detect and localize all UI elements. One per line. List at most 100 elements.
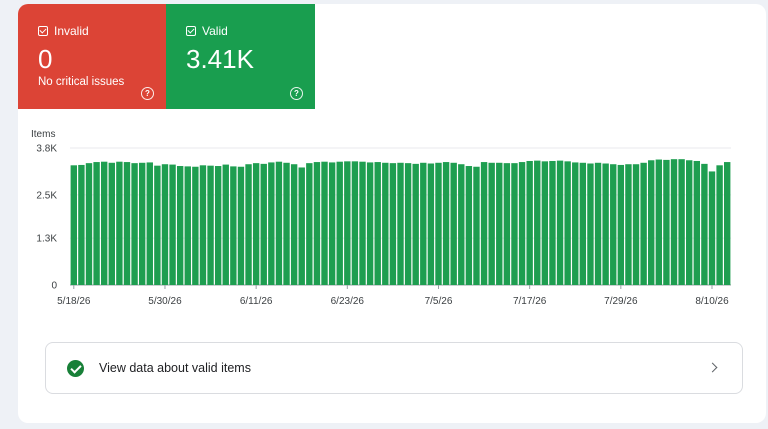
chart-bar[interactable] [176, 166, 184, 285]
view-valid-items-label: View data about valid items [99, 361, 251, 375]
chart-bar[interactable] [85, 163, 93, 285]
chart-bar[interactable] [154, 165, 161, 285]
chart-bar[interactable] [572, 162, 579, 285]
chart-bar[interactable] [374, 162, 381, 285]
chart-bar[interactable] [207, 165, 214, 285]
chart-bar[interactable] [716, 165, 723, 285]
chart-bar[interactable] [473, 166, 480, 285]
chart-bar[interactable] [526, 160, 533, 285]
chart-bar[interactable] [587, 163, 594, 285]
chart-bar[interactable] [670, 159, 678, 285]
chart-bar[interactable] [382, 162, 389, 285]
chart-bar[interactable] [389, 163, 397, 285]
chart-bar[interactable] [199, 165, 207, 285]
chart-bar[interactable] [625, 164, 632, 285]
chart-bar[interactable] [686, 160, 693, 285]
chart-bar[interactable] [123, 162, 131, 285]
chart-bar[interactable] [245, 164, 252, 285]
y-tick-label: 3.8K [36, 144, 57, 155]
chart-bar[interactable] [678, 159, 685, 285]
chart-bar[interactable] [100, 161, 108, 285]
chart-bar[interactable] [397, 162, 404, 285]
y-axis-label: Items [31, 129, 55, 140]
chart-bar[interactable] [138, 162, 146, 285]
chart-bar[interactable] [610, 164, 617, 285]
chart-bar[interactable] [161, 164, 169, 285]
chart-bar[interactable] [237, 166, 245, 285]
chart-bar[interactable] [306, 163, 313, 285]
x-tick-label: 6/11/26 [240, 296, 273, 307]
chart-bar[interactable] [116, 161, 123, 285]
chart-bar[interactable] [518, 162, 526, 285]
chart-bar[interactable] [648, 160, 655, 285]
view-valid-items-button[interactable]: View data about valid items [45, 342, 743, 394]
chart-bar[interactable] [503, 163, 511, 285]
chart-bar[interactable] [420, 162, 427, 285]
chart-bar[interactable] [617, 164, 625, 285]
chart-bar[interactable] [275, 161, 283, 285]
chart-bar[interactable] [298, 167, 305, 285]
chart-bar[interactable] [290, 164, 298, 285]
chart-bar[interactable] [268, 162, 275, 285]
chart-bar[interactable] [93, 162, 100, 285]
chart-bar[interactable] [465, 166, 473, 285]
x-tick-label: 5/18/26 [57, 296, 91, 307]
chart-bar[interactable] [534, 160, 541, 285]
chart-bar[interactable] [260, 163, 267, 285]
chart-bar[interactable] [427, 163, 435, 285]
chart-bar[interactable] [541, 161, 549, 285]
chart-bar[interactable] [222, 164, 229, 285]
x-tick-label: 7/17/26 [513, 296, 547, 307]
chevron-right-icon [707, 362, 718, 373]
chart-bar[interactable] [108, 162, 115, 285]
chart-bar[interactable] [192, 166, 199, 285]
chart-bar[interactable] [252, 163, 260, 285]
y-tick-label: 2.5K [36, 190, 57, 201]
chart-bar[interactable] [70, 165, 77, 285]
x-tick-label: 7/5/26 [425, 296, 453, 307]
chart-bar[interactable] [564, 161, 571, 285]
chart-bar[interactable] [328, 162, 336, 285]
chart-bar[interactable] [230, 166, 237, 285]
chart-bar[interactable] [313, 162, 321, 285]
chart-bar[interactable] [458, 164, 465, 285]
chart-bar[interactable] [594, 162, 602, 285]
chart-bar[interactable] [724, 162, 731, 285]
chart-bar[interactable] [701, 163, 708, 285]
chart-bar[interactable] [404, 163, 412, 285]
chart-bar[interactable] [146, 162, 153, 285]
chart-bar[interactable] [579, 162, 587, 285]
chart-bar[interactable] [602, 163, 609, 285]
chart-bar[interactable] [78, 164, 85, 285]
chart-bar[interactable] [435, 162, 442, 285]
chart-bar[interactable] [131, 163, 138, 285]
chart-bar[interactable] [708, 171, 716, 285]
chart-bar[interactable] [640, 162, 647, 285]
chart-bar[interactable] [549, 160, 556, 285]
chart-bar[interactable] [556, 160, 564, 285]
chart-bar[interactable] [214, 166, 222, 285]
chart-bar[interactable] [488, 162, 495, 285]
chart-bar[interactable] [336, 161, 343, 285]
chart-bar[interactable] [344, 161, 351, 285]
chart-bar[interactable] [412, 163, 419, 285]
chart-bar[interactable] [442, 162, 450, 285]
chart-bar[interactable] [366, 162, 374, 285]
chart-bar[interactable] [450, 162, 457, 285]
chart-bar[interactable] [663, 159, 670, 285]
chart-bar[interactable] [496, 162, 503, 285]
chart-bar[interactable] [359, 161, 366, 285]
chart-bar[interactable] [184, 166, 191, 285]
chart-bar[interactable] [321, 161, 328, 285]
check-circle-icon [67, 360, 84, 377]
chart-bar[interactable] [283, 162, 290, 285]
chart-bar[interactable] [693, 160, 701, 285]
chart-bar[interactable] [169, 164, 176, 285]
chart-bar[interactable] [480, 162, 488, 285]
chart-bar[interactable] [632, 164, 640, 285]
chart-bar[interactable] [655, 159, 663, 285]
chart-bar[interactable] [511, 163, 518, 285]
chart-bar[interactable] [351, 161, 359, 285]
y-tick-label: 0 [51, 281, 57, 292]
x-tick-label: 6/23/26 [331, 296, 365, 307]
